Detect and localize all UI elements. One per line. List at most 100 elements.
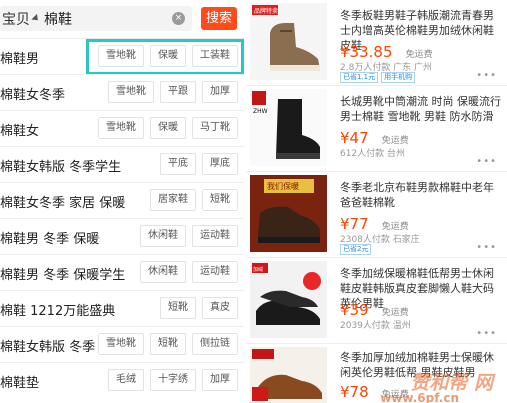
more-icon[interactable]: ••• xyxy=(476,70,497,81)
suggestion-tag[interactable]: 休闲鞋 xyxy=(140,261,186,283)
product-title[interactable]: 长城男靴中筒潮流 时尚 保暖流行男士棉鞋 雪地靴 男鞋 防水防滑 xyxy=(340,94,502,124)
suggestion-text[interactable]: 棉鞋女 xyxy=(0,120,39,139)
shipping-label: 免运费 xyxy=(381,222,409,232)
product-meta: 612人付款 台州 xyxy=(340,149,406,159)
suggestion-tag[interactable]: 十字绣 xyxy=(150,369,196,391)
price-line: ¥39 免运费 xyxy=(340,300,409,319)
suggestion-tag[interactable]: 休闲鞋 xyxy=(140,225,186,247)
suggestion-tag[interactable]: 雪地靴 xyxy=(98,333,144,355)
product-badges: 已省1.1元 用手机购 xyxy=(340,72,418,83)
snow-boot-image-icon: ZHW xyxy=(250,89,327,166)
product-thumbnail[interactable]: 加绒 xyxy=(250,261,327,338)
suggestion-text[interactable]: 棉鞋男 xyxy=(0,48,39,67)
product-thumbnail[interactable]: 品牌特卖 xyxy=(250,3,327,80)
suggestion-tag[interactable]: 加厚 xyxy=(202,369,238,391)
suggestion-tags: 雪地靴 平跟 加厚 xyxy=(102,81,238,105)
shipping-label: 免运费 xyxy=(381,308,409,318)
suggestion-tag[interactable]: 毛绒 xyxy=(108,369,144,391)
suggestion-tags: 休闲鞋 运动鞋 xyxy=(134,225,238,249)
suggestion-tag[interactable]: 运动鞋 xyxy=(192,225,238,247)
clear-icon[interactable]: × xyxy=(172,12,185,25)
price-line: ¥77 免运费 xyxy=(340,214,409,233)
suggestion-text[interactable]: 棉鞋女冬季 家居 保暖 xyxy=(0,192,125,211)
search-scope[interactable]: 宝贝 xyxy=(2,9,30,29)
price-line: ¥33.85 免运费 xyxy=(340,42,433,61)
product-meta: 2039人付款 温州 xyxy=(340,321,411,331)
suggestion-item[interactable]: 棉鞋女冬季 家居 保暖 居家鞋 短靴 xyxy=(0,182,244,218)
price-line: ¥47 免运费 xyxy=(340,128,409,147)
suggestion-tag[interactable]: 工装鞋 xyxy=(192,45,238,67)
suggestion-tag[interactable]: 雪地靴 xyxy=(98,117,144,139)
svg-text:ZHW: ZHW xyxy=(253,108,268,115)
suggestion-text[interactable]: 棉鞋男 冬季 保暖 xyxy=(0,228,99,247)
suggestion-text[interactable]: 棉鞋垫 xyxy=(0,372,39,391)
product-thumbnail[interactable] xyxy=(250,347,327,403)
suggestion-tag[interactable]: 加厚 xyxy=(202,81,238,103)
more-icon[interactable]: ••• xyxy=(476,328,497,339)
product-item[interactable]: 我们保暖 冬季老北京布鞋男款棉鞋中老年爸爸鞋棉靴 ¥77 免运费 2308人付款… xyxy=(246,172,507,258)
promo-badge: 已省2元 xyxy=(340,244,372,255)
promo-badge: 已省1.1元 xyxy=(340,72,379,83)
suggestion-tags: 雪地靴 短靴 侧拉链 xyxy=(92,333,238,357)
suggestion-tags: 雪地靴 保暖 马丁靴 xyxy=(92,117,238,141)
suggestion-text[interactable]: 棉鞋 1212万能盛典 xyxy=(0,300,115,319)
suggestion-tag[interactable]: 平跟 xyxy=(160,81,196,103)
search-button[interactable]: 搜索 xyxy=(201,7,237,30)
promo-badge: 用手机购 xyxy=(381,72,416,83)
suggestion-tag[interactable]: 平底 xyxy=(160,153,196,175)
more-icon[interactable]: ••• xyxy=(476,242,497,253)
caret-down-icon[interactable] xyxy=(31,13,41,24)
product-price: ¥39 xyxy=(340,301,369,319)
svg-text:品牌特卖: 品牌特卖 xyxy=(254,7,278,15)
suggestion-tag[interactable]: 短靴 xyxy=(202,189,238,211)
suggestion-tag[interactable]: 雪地靴 xyxy=(108,81,154,103)
suggestion-item[interactable]: 棉鞋男 冬季 保暖 休闲鞋 运动鞋 xyxy=(0,218,244,254)
suggestion-item[interactable]: 棉鞋男 冬季 保暖学生 休闲鞋 运动鞋 xyxy=(0,254,244,290)
product-price: ¥77 xyxy=(340,215,369,233)
suggestion-tag[interactable]: 运动鞋 xyxy=(192,261,238,283)
suggestion-tags: 雪地靴 保暖 工装鞋 xyxy=(86,39,244,75)
more-icon[interactable]: ••• xyxy=(476,156,497,167)
suggestion-text[interactable]: 棉鞋女冬季 xyxy=(0,84,65,103)
product-title[interactable]: 冬季老北京布鞋男款棉鞋中老年爸爸鞋棉靴 xyxy=(340,180,502,210)
suggestion-tag[interactable]: 真皮 xyxy=(202,297,238,319)
product-price: ¥78 xyxy=(340,383,369,401)
suggestion-tag[interactable]: 短靴 xyxy=(160,297,196,319)
suggestion-tag[interactable]: 保暖 xyxy=(150,117,186,139)
product-item[interactable]: 品牌特卖 冬季板鞋男鞋子韩版潮流青春男士内增高英伦棉鞋男加绒休闲鞋皮鞋 ¥33.… xyxy=(246,0,507,86)
search-bar: 宝贝 棉鞋 × 搜索 xyxy=(0,0,244,38)
suggestion-item[interactable]: 棉鞋垫 毛绒 十字绣 加厚 xyxy=(0,362,244,398)
boot-image-icon: 品牌特卖 xyxy=(250,3,327,80)
suggestion-tag[interactable]: 马丁靴 xyxy=(192,117,238,139)
product-thumbnail[interactable]: 我们保暖 xyxy=(250,175,327,252)
cotton-shoe-image-icon: 我们保暖 xyxy=(250,175,327,252)
suggestion-list: 棉鞋男 雪地靴 保暖 工装鞋 棉鞋女冬季 雪地靴 平跟 加厚 棉鞋女 雪地靴 保… xyxy=(0,38,244,398)
search-box[interactable]: 宝贝 棉鞋 × xyxy=(0,6,192,31)
suggestion-item[interactable]: 棉鞋男 雪地靴 保暖 工装鞋 xyxy=(0,38,244,75)
search-input[interactable]: 棉鞋 xyxy=(44,9,72,29)
suggestion-tags: 毛绒 十字绣 加厚 xyxy=(102,369,238,393)
suggestion-tags: 短靴 真皮 xyxy=(154,297,238,321)
suggestion-item[interactable]: 棉鞋女韩版 冬季学生 平底 厚底 xyxy=(0,146,244,182)
suggestion-tag[interactable]: 厚底 xyxy=(202,153,238,175)
suggestion-item[interactable]: 棉鞋女 雪地靴 保暖 马丁靴 xyxy=(0,110,244,146)
shipping-label: 免运费 xyxy=(405,50,433,60)
suggestion-tag[interactable]: 雪地靴 xyxy=(98,45,144,67)
suggestion-tag[interactable]: 侧拉链 xyxy=(192,333,238,355)
suggestion-tag[interactable]: 保暖 xyxy=(150,45,186,67)
suggestion-text[interactable]: 棉鞋男 冬季 保暖学生 xyxy=(0,264,125,283)
suggestion-tags: 休闲鞋 运动鞋 xyxy=(134,261,238,285)
suggestion-tags: 居家鞋 短靴 xyxy=(144,189,238,213)
suggestion-item[interactable]: 棉鞋 1212万能盛典 短靴 真皮 xyxy=(0,290,244,326)
suggestion-text[interactable]: 棉鞋女韩版 冬季学生 xyxy=(0,156,121,175)
suggestion-tag[interactable]: 短靴 xyxy=(150,333,186,355)
suggestion-item[interactable]: 棉鞋女韩版 冬季 雪地靴 短靴 侧拉链 xyxy=(0,326,244,362)
product-item[interactable]: 加绒 冬季加绒保暖棉鞋低帮男士休闲鞋皮鞋韩版真皮套脚懒人鞋大码英伦男鞋 ¥39 … xyxy=(246,258,507,344)
product-thumbnail[interactable]: ZHW xyxy=(250,89,327,166)
suggestion-tag[interactable]: 居家鞋 xyxy=(150,189,196,211)
suggestion-panel: 宝贝 棉鞋 × 搜索 棉鞋男 雪地靴 保暖 工装鞋 棉鞋女冬季 雪地靴 平跟 加… xyxy=(0,0,244,403)
suggestion-text[interactable]: 棉鞋女韩版 冬季 xyxy=(0,336,95,355)
leather-shoe-image-icon: 加绒 xyxy=(250,261,327,338)
suggestion-item[interactable]: 棉鞋女冬季 雪地靴 平跟 加厚 xyxy=(0,74,244,110)
product-item[interactable]: ZHW 长城男靴中筒潮流 时尚 保暖流行男士棉鞋 雪地靴 男鞋 防水防滑 ¥47… xyxy=(246,86,507,172)
